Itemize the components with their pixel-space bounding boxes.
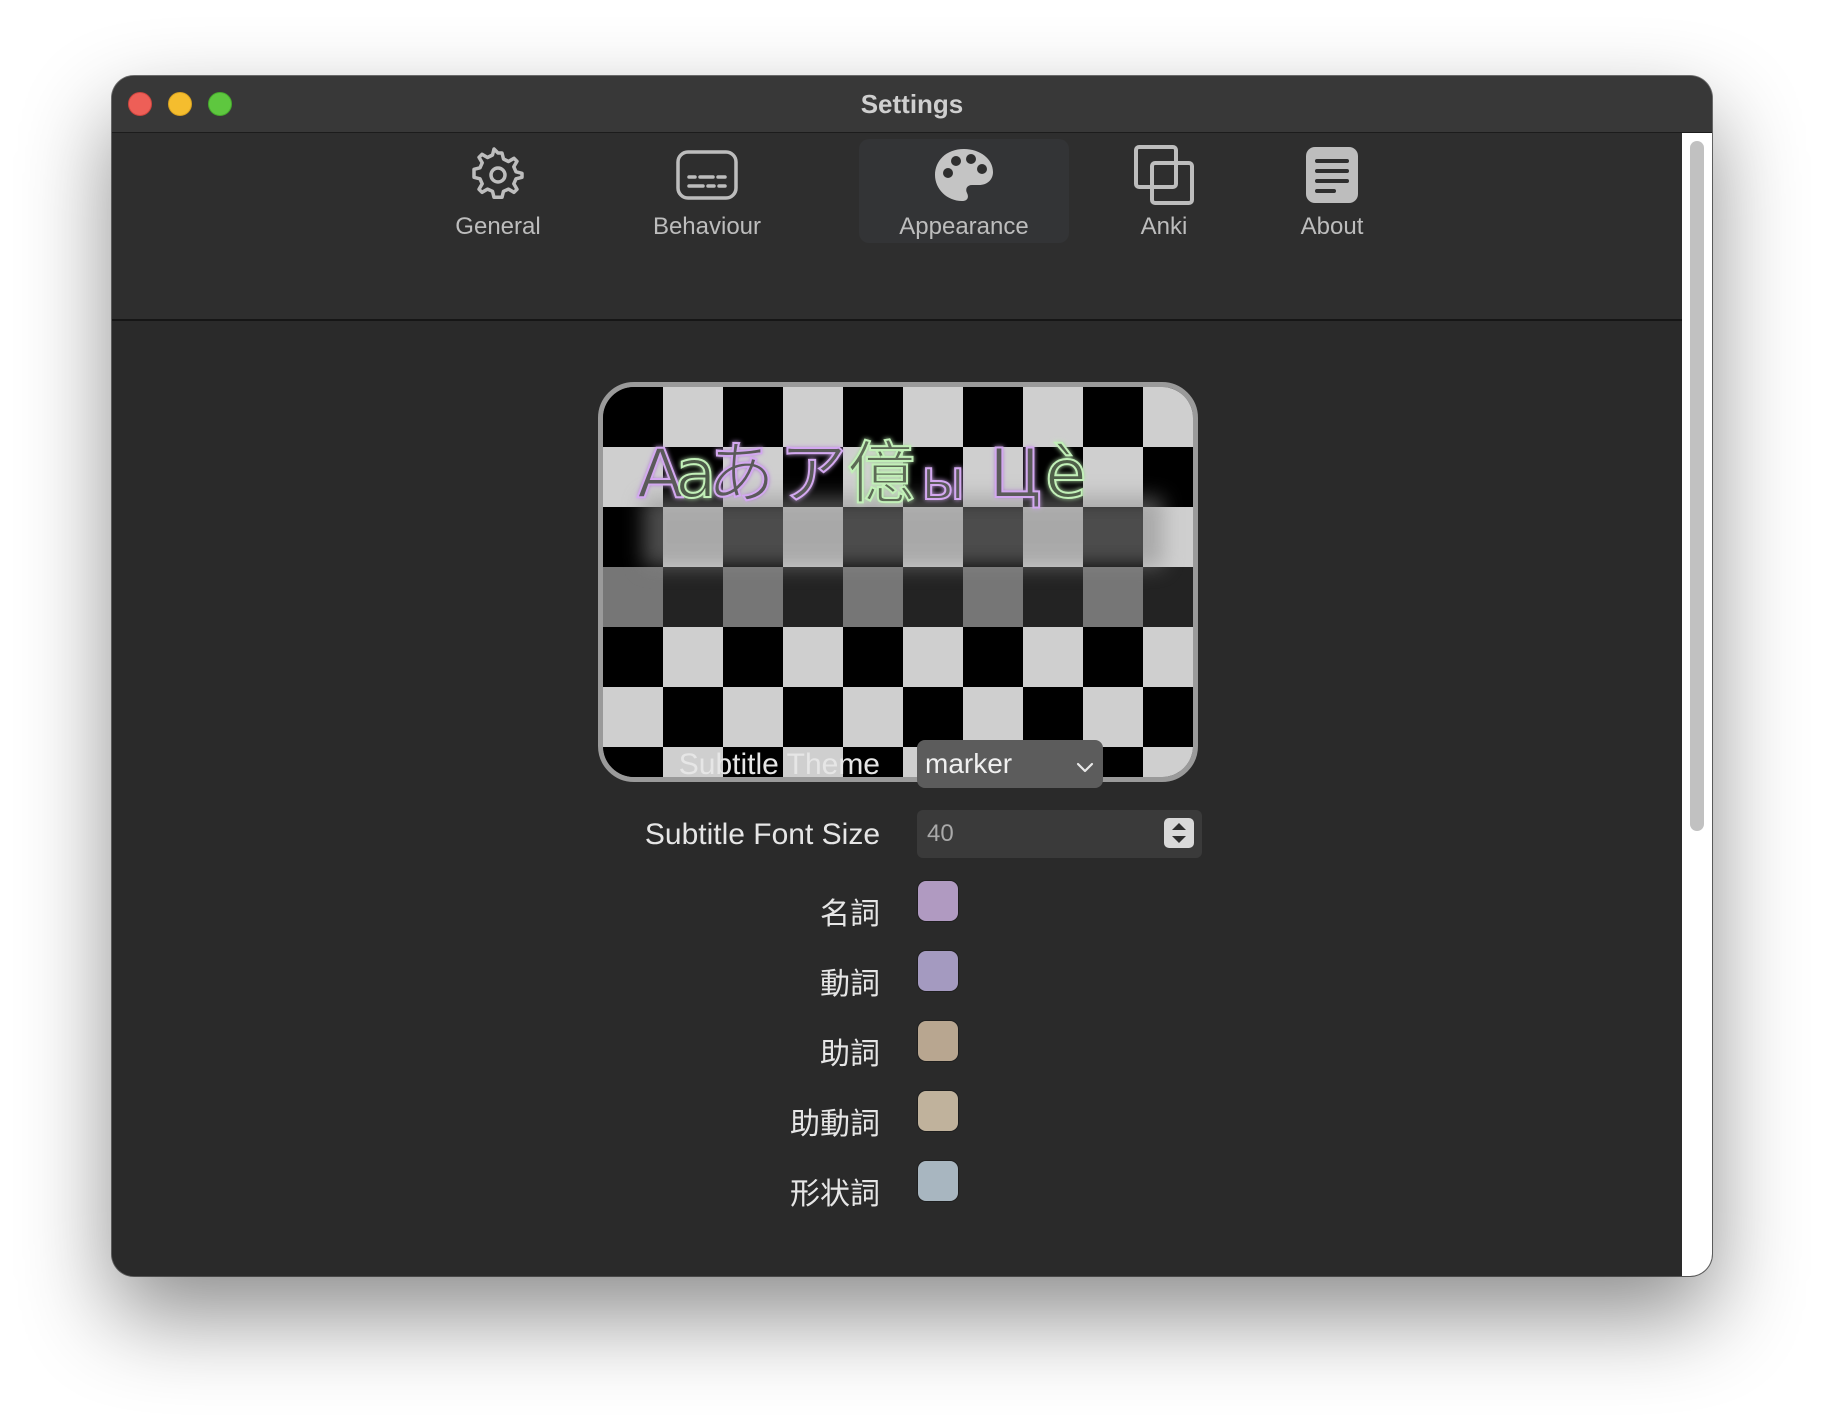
subtitle-theme-label: Subtitle Theme	[678, 748, 880, 781]
preview-glyph: 億	[847, 435, 915, 514]
appearance-pane: Aaあア億ыЦè Subtitle Theme marker Subtitle …	[112, 321, 1682, 1276]
color-label: 助動詞	[790, 1108, 880, 1141]
tab-anki[interactable]: Anki	[1124, 139, 1204, 243]
tab-general[interactable]: General	[448, 139, 548, 243]
preview-glyph: あ	[707, 435, 775, 514]
tab-behaviour[interactable]: Behaviour	[632, 139, 782, 243]
tab-label: About	[1300, 213, 1364, 240]
title-bar: Settings	[112, 76, 1712, 133]
subtitle-font-size-field[interactable]: 40	[917, 810, 1202, 858]
subtitles-icon	[675, 143, 739, 207]
tab-appearance[interactable]: Appearance	[859, 139, 1069, 243]
color-well[interactable]	[918, 881, 958, 921]
subtitle-font-size-row: Subtitle Font Size 40	[112, 810, 1682, 860]
preview-glyph: Ц	[989, 435, 1042, 514]
palette-icon	[932, 143, 996, 207]
gear-icon	[466, 143, 530, 207]
color-row-auxiliary-verb: 助動詞	[112, 1091, 1682, 1141]
color-well[interactable]	[918, 1021, 958, 1061]
color-label: 助詞	[820, 1038, 880, 1071]
subtitle-preview: Aaあア億ыЦè	[598, 382, 1198, 782]
color-label: 名詞	[820, 898, 880, 931]
stacked-squares-icon	[1132, 143, 1196, 207]
color-well[interactable]	[918, 1161, 958, 1201]
window-title: Settings	[860, 89, 964, 119]
vertical-scrollbar[interactable]	[1682, 133, 1712, 1276]
color-row-particle: 助詞	[112, 1021, 1682, 1071]
tab-label: Behaviour	[652, 213, 762, 240]
subtitle-theme-value: marker	[925, 748, 1013, 779]
font-size-stepper[interactable]	[1164, 818, 1194, 848]
stepper-down-icon	[1172, 836, 1186, 843]
color-well[interactable]	[918, 1091, 958, 1131]
subtitle-font-size-label: Subtitle Font Size	[644, 818, 880, 851]
settings-window: Settings General Behaviour Appearance An…	[112, 76, 1712, 1276]
tab-about[interactable]: About	[1282, 139, 1382, 243]
document-icon	[1300, 143, 1364, 207]
tab-label: Appearance	[899, 213, 1029, 240]
tab-label: General	[455, 213, 541, 240]
subtitle-theme-select[interactable]: marker	[917, 740, 1103, 788]
color-well[interactable]	[918, 951, 958, 991]
preview-glyph: ы	[921, 448, 965, 513]
color-label: 形状詞	[790, 1178, 880, 1211]
preview-glyph: ア	[779, 435, 847, 514]
stepper-up-icon	[1172, 823, 1186, 830]
settings-toolbar: General Behaviour Appearance Anki About	[112, 133, 1682, 321]
scrollbar-thumb[interactable]	[1690, 141, 1704, 831]
tab-label: Anki	[1140, 213, 1188, 240]
font-size-value: 40	[927, 820, 954, 847]
color-label: 動詞	[820, 968, 880, 1001]
checkerboard-preview: Aaあア億 ы Цè	[603, 387, 1193, 777]
color-row-noun: 名詞	[112, 881, 1682, 931]
subtitle-theme-row: Subtitle Theme marker	[112, 740, 1682, 790]
color-row-adjectival-noun: 形状詞	[112, 1161, 1682, 1211]
chevron-down-icon	[1075, 752, 1095, 784]
color-row-verb: 動詞	[112, 951, 1682, 1001]
preview-glyph: è	[1045, 435, 1087, 514]
